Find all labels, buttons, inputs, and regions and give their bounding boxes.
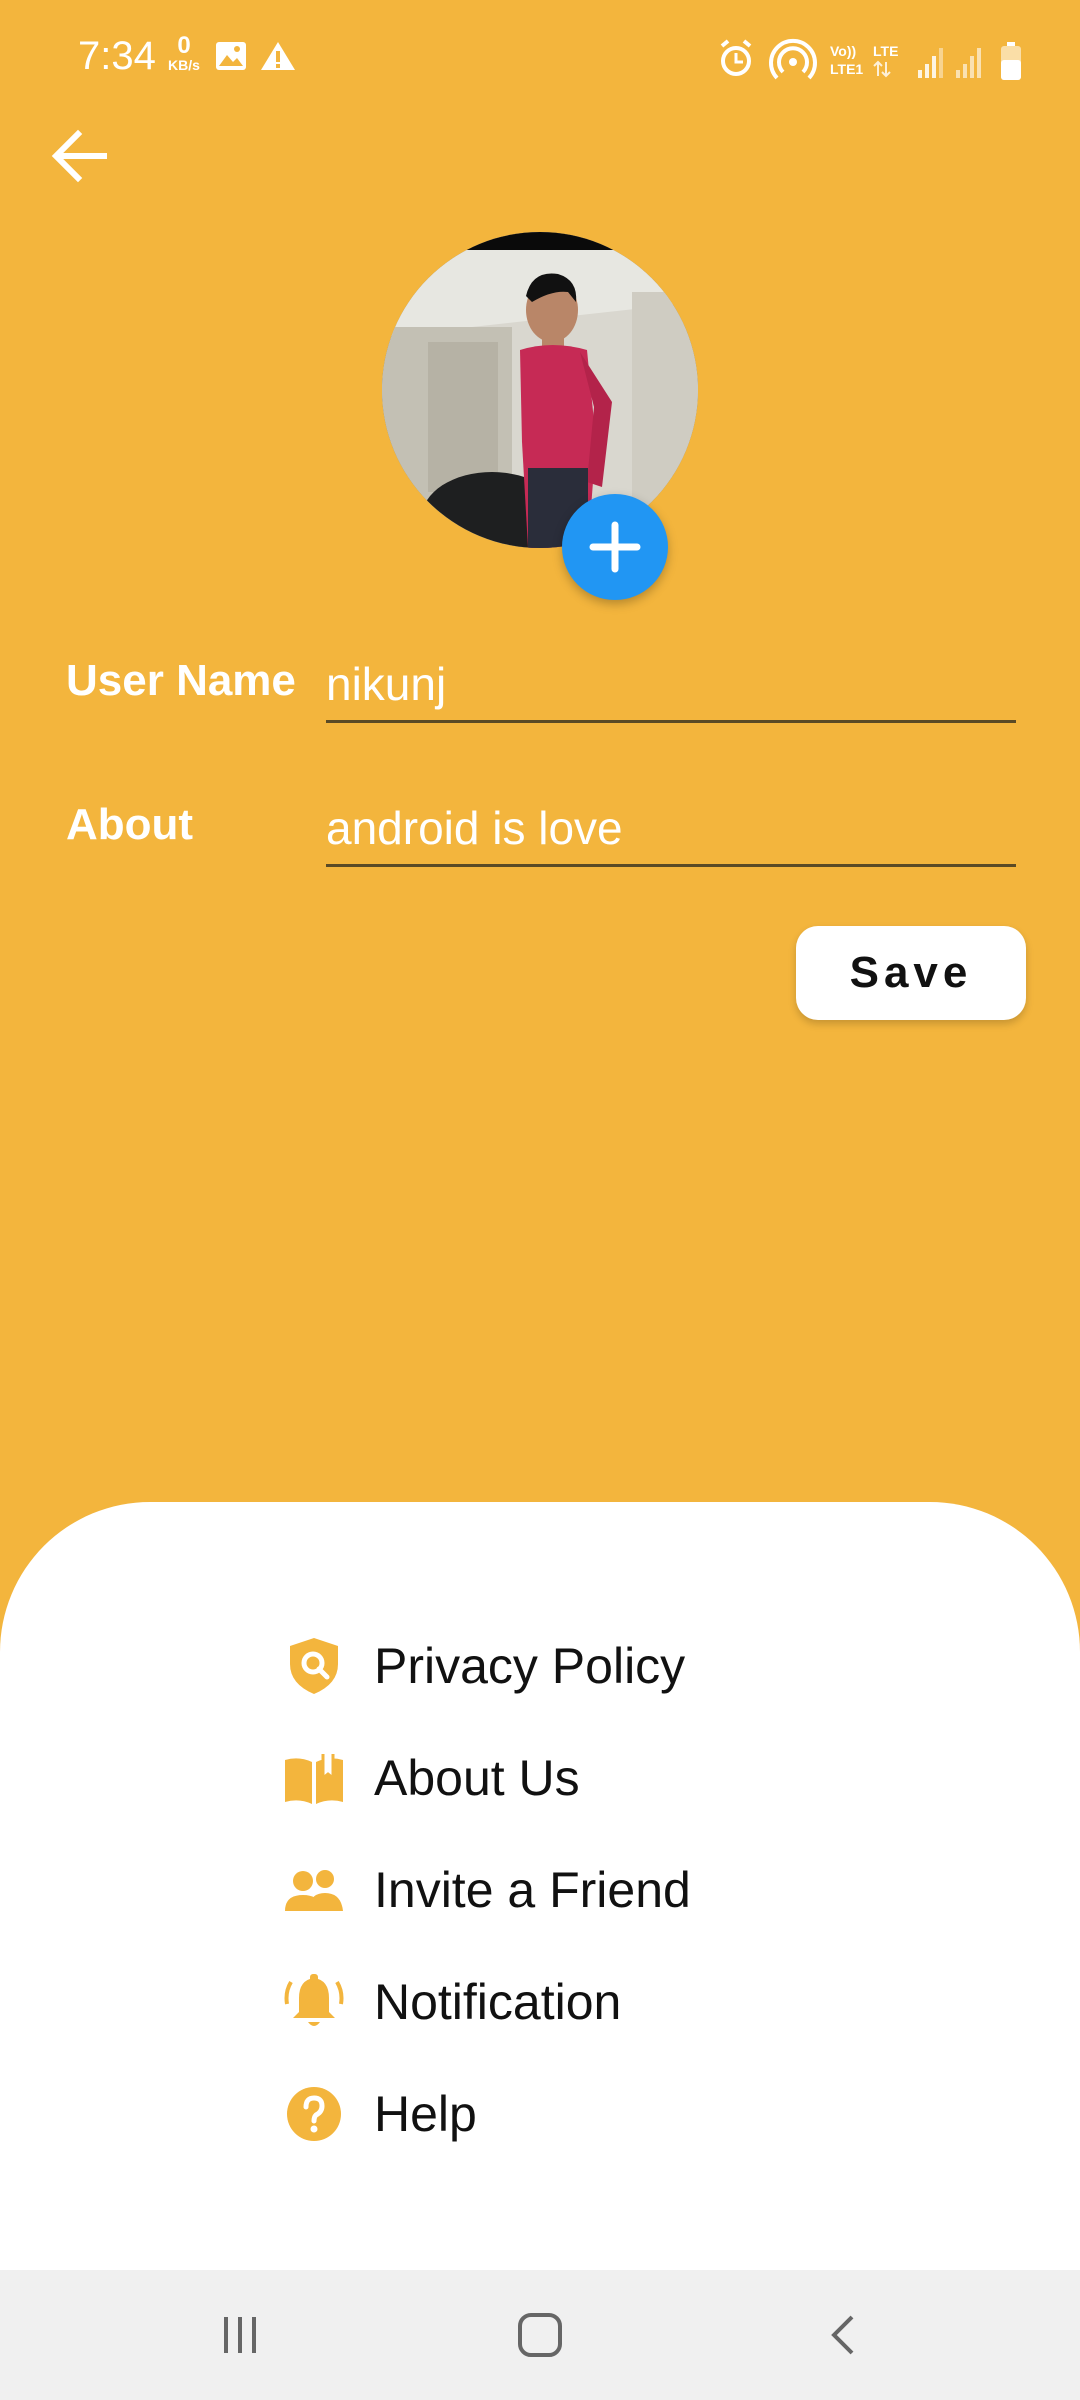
menu-item-about-us[interactable]: About Us [282,1738,580,1818]
add-photo-button[interactable] [562,494,668,600]
people-icon [282,1858,346,1922]
home-button[interactable] [490,2300,590,2370]
warning-icon [261,42,295,70]
chevron-left-icon [831,2315,854,2355]
profile-photo [382,232,698,548]
alarm-icon [720,39,752,76]
gallery-icon [216,42,246,70]
hotspot-icon [769,38,817,80]
menu-item-label: Help [374,2086,477,2142]
home-icon [518,2313,562,2357]
menu-item-label: Privacy Policy [374,1638,686,1694]
menu-item-label: Invite a Friend [374,1862,691,1918]
svg-text:LTE: LTE [873,43,898,59]
network-speed: 0 KB/s [162,32,206,73]
shield-search-icon [282,1634,346,1698]
status-time: 7:34 [78,34,156,78]
back-nav-button[interactable] [794,2300,894,2370]
network-speed-unit: KB/s [168,57,200,73]
about-input[interactable] [326,792,1016,867]
status-bar: 7:34 0 KB/s Vo)) LTE1 LTE [0,0,1080,120]
signal-icon [956,48,981,78]
menu-item-notification[interactable]: Notification [282,1962,621,2042]
back-button[interactable] [44,120,116,192]
status-right-icons: Vo)) LTE1 LTE [720,38,1021,80]
recent-apps-button[interactable] [190,2300,290,2370]
system-nav-bar [0,2270,1080,2400]
username-label: User Name [66,656,296,705]
book-open-icon [282,1746,346,1810]
settings-menu-sheet: Privacy Policy About Us Invite a Friend [0,1502,1080,2270]
signal-icon [918,48,943,78]
username-input[interactable] [326,648,1016,723]
plus-icon [589,521,641,573]
network-speed-value: 0 [177,32,191,59]
menu-item-privacy-policy[interactable]: Privacy Policy [282,1626,685,1706]
avatar[interactable] [382,232,698,548]
save-button[interactable]: Save [796,926,1026,1020]
menu-item-label: Notification [374,1974,622,2030]
about-label: About [66,800,194,849]
svg-text:LTE1: LTE1 [830,61,863,77]
bell-ringing-icon [282,1970,346,2034]
help-circle-icon [282,2082,346,2146]
menu-item-label: About Us [374,1750,580,1806]
menu-item-help[interactable]: Help [282,2074,477,2154]
menu-item-invite-friend[interactable]: Invite a Friend [282,1850,691,1930]
battery-icon [1001,42,1021,80]
arrow-left-icon [51,129,107,183]
recent-apps-icon [224,2317,256,2353]
svg-text:Vo)): Vo)) [830,43,856,59]
